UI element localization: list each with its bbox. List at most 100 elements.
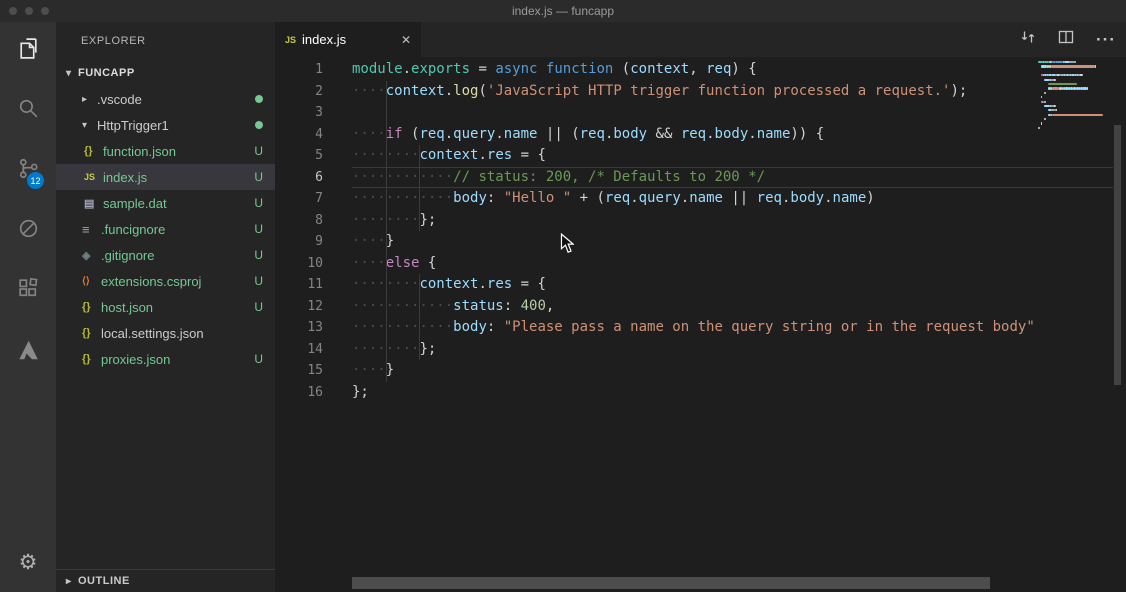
git-untracked-badge: U (254, 274, 263, 288)
line-number: 4 (315, 126, 323, 142)
file-label: function.json (103, 143, 176, 159)
vertical-scrollbar[interactable] (1114, 125, 1121, 385)
javascript-file-icon: JS (285, 34, 297, 45)
code-lines[interactable]: module.exports = async function (context… (352, 57, 1035, 592)
titlebar: index.js — funcapp (0, 0, 1126, 22)
line-number: 10 (307, 255, 323, 271)
code-editor[interactable]: 1 2 3 4 5 6 7 8 9 10 11 12 13 14 15 16 module.exports =… (275, 57, 1126, 592)
zoom-window-button[interactable] (41, 7, 49, 15)
activity-extensions[interactable] (0, 264, 56, 312)
activity-settings[interactable]: ⚙ (0, 538, 56, 586)
code-line[interactable]: ············body: "Please pass a name on… (352, 317, 1035, 339)
window-controls (9, 7, 49, 15)
code-line[interactable]: ····context.log('JavaScript HTTP trigger… (352, 81, 1035, 103)
tree-item-function.json[interactable]: {} function.json U (56, 138, 275, 164)
files-icon (19, 37, 37, 59)
line-number: 11 (307, 277, 323, 292)
section-funcapp[interactable]: ▾ FUNCAPP (56, 62, 275, 84)
activity-debug[interactable] (0, 204, 56, 252)
code-line[interactable]: ····if (req.query.name || (req.body && r… (352, 124, 1035, 146)
chevron-right-icon: ▸ (82, 93, 88, 105)
file-label: local.settings.json (101, 325, 204, 341)
tree-item-.funcignore[interactable]: ≡ .funcignore U (56, 216, 275, 242)
file-label: .vscode (97, 91, 142, 107)
line-number: 2 (315, 83, 323, 99)
file-label: proxies.json (101, 351, 171, 367)
split-editor-icon[interactable] (1058, 29, 1074, 50)
minimap-content (1038, 61, 1113, 131)
tree-item-.vscode[interactable]: ▸ .vscode (56, 86, 275, 112)
line-number: 6 (315, 169, 323, 185)
file-label: host.json (101, 299, 154, 315)
file-tree: ▸ .vscode ▾ HttpTrigger1 {} function.json U JS i… (56, 86, 275, 372)
section-label: FUNCAPP (78, 67, 135, 79)
file-label: HttpTrigger1 (97, 117, 169, 133)
file-label: sample.dat (103, 195, 167, 211)
code-line[interactable]: }; (352, 382, 1035, 404)
tree-item-index.js[interactable]: JS index.js U (56, 164, 275, 190)
line-number: 3 (315, 105, 323, 120)
line-number: 1 (315, 62, 323, 77)
activity-azure[interactable] (0, 326, 56, 374)
tree-item-extensions.csproj[interactable]: ⟨⟩ extensions.csproj U (56, 268, 275, 294)
code-line[interactable]: ········context.res = { (352, 145, 1035, 167)
minimap[interactable] (1035, 57, 1113, 592)
indent-guide (386, 80, 387, 382)
modified-dot-badge (255, 95, 263, 103)
open-changes-icon[interactable] (1020, 29, 1036, 50)
horizontal-scrollbar[interactable] (352, 577, 990, 589)
line-number: 9 (315, 234, 323, 249)
activity-search[interactable] (0, 84, 56, 132)
editor-actions: ··· (1020, 22, 1116, 57)
minimize-window-button[interactable] (25, 7, 33, 15)
outline-section[interactable]: ▸ OUTLINE (56, 569, 275, 592)
tree-item-proxies.json[interactable]: {} proxies.json U (56, 346, 275, 372)
azure-icon (19, 340, 38, 360)
scm-pending-badge: 12 (27, 172, 44, 189)
chevron-down-icon: ▾ (82, 119, 88, 131)
json-file-icon: {} (84, 145, 93, 157)
code-line[interactable]: ····else { (352, 253, 1035, 275)
tree-item-local.settings.json[interactable]: {} local.settings.json (56, 320, 275, 346)
file-file-icon: ▤ (84, 197, 95, 210)
gear-icon: ⚙ (18, 550, 38, 574)
line-number: 7 (315, 191, 323, 206)
code-line[interactable]: ····} (352, 360, 1035, 382)
code-line[interactable]: ············body: "Hello " + (req.query.… (352, 188, 1035, 210)
chevron-down-icon: ▾ (66, 67, 72, 79)
json-file-icon: {} (82, 353, 91, 365)
close-tab-icon[interactable]: ✕ (401, 33, 411, 47)
line-numbers: 1 2 3 4 5 6 7 8 9 10 11 12 13 14 15 16 (275, 57, 352, 592)
window-title: index.js — funcapp (511, 4, 615, 18)
debug-disabled-icon (19, 219, 37, 237)
outline-label: OUTLINE (78, 575, 130, 587)
code-line[interactable]: ············status: 400, (352, 296, 1035, 318)
activity-explorer[interactable] (0, 24, 56, 72)
close-window-button[interactable] (9, 7, 17, 15)
tree-item-HttpTrigger1[interactable]: ▾ HttpTrigger1 (56, 112, 275, 138)
line-number: 15 (307, 363, 323, 378)
tree-item-sample.dat[interactable]: ▤ sample.dat U (56, 190, 275, 216)
file-label: index.js (103, 169, 148, 185)
xml-file-icon: ⟨⟩ (82, 275, 90, 287)
explorer-title: EXPLORER (81, 35, 146, 47)
code-line[interactable]: ············// status: 200, /* Defaults … (352, 167, 1035, 189)
code-line[interactable] (352, 102, 1035, 124)
code-line[interactable]: ········context.res = { (352, 274, 1035, 296)
list-file-icon: ≡ (82, 221, 90, 237)
code-line[interactable]: ····} (352, 231, 1035, 253)
code-line[interactable]: ········}; (352, 210, 1035, 232)
tree-item-host.json[interactable]: {} host.json U (56, 294, 275, 320)
activity-source-control[interactable]: 12 (0, 144, 56, 192)
more-actions-icon[interactable]: ··· (1096, 31, 1116, 48)
js-file-icon: JS (84, 172, 96, 182)
file-label: .gitignore (101, 247, 155, 263)
tree-item-.gitignore[interactable]: ◈ .gitignore U (56, 242, 275, 268)
extensions-icon (18, 277, 38, 296)
json-file-icon: {} (82, 327, 91, 339)
line-number: 16 (307, 384, 323, 400)
line-number: 13 (307, 320, 323, 335)
code-line[interactable]: module.exports = async function (context… (352, 59, 1035, 81)
code-line[interactable]: ········}; (352, 339, 1035, 361)
tab-index-js[interactable]: JS index.js ✕ (275, 22, 421, 57)
